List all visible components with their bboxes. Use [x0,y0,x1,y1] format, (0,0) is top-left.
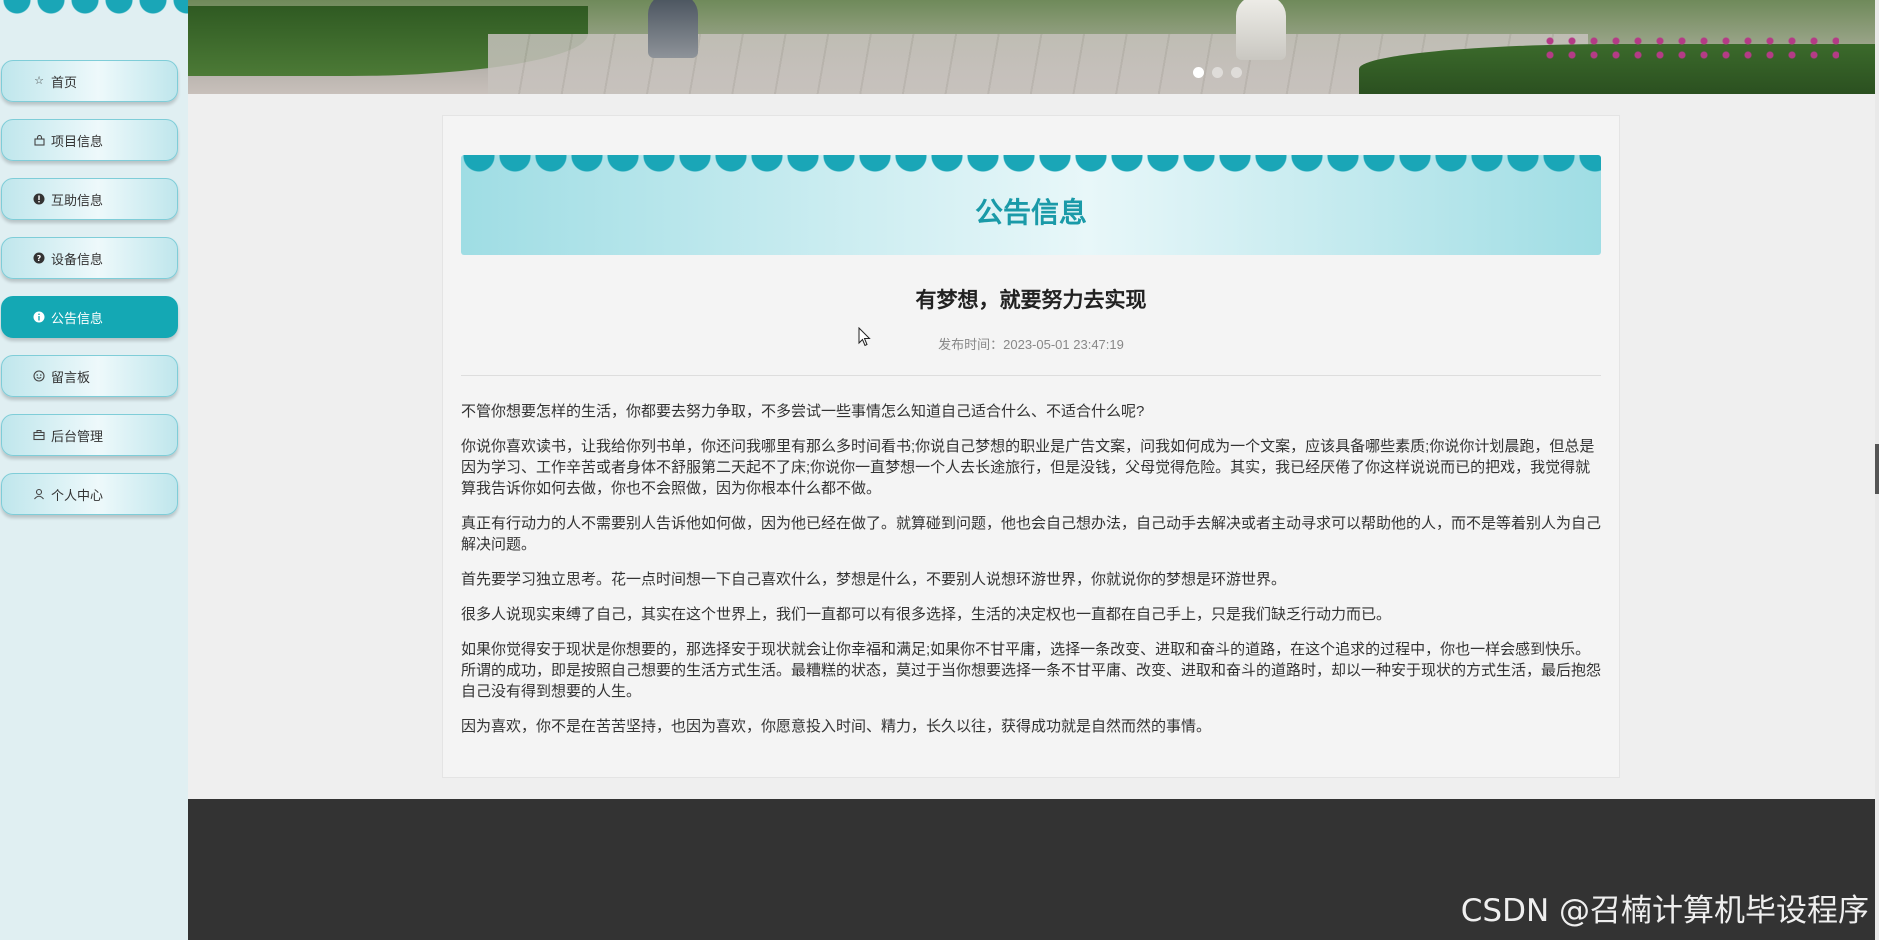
article-body: 不管你想要怎样的生活，你都要去努力争取，不多尝试一些事情怎么知道自己适合什么、不… [461,401,1601,751]
sidebar-item-message-board[interactable]: 留言板 [1,355,178,397]
bag-icon [32,133,46,147]
sidebar-item-label: 首页 [51,74,78,90]
alert-circle-icon [32,192,46,206]
article-paragraph: 首先要学习独立思考。花一点时间想一下自己喜欢什么，梦想是什么，不要别人说想环游世… [461,571,1287,588]
sidebar: ☆ 首页 项目信息 互助信息 ? 设备信息 公告信息 留言板 后台管理 个人中心 [0,0,188,940]
carousel-dot[interactable] [1212,67,1223,78]
mouse-cursor-icon [858,327,871,347]
info-circle-icon [32,310,46,324]
announcement-card: 公告信息 有梦想，就要努力去实现 发布时间：2023-05-01 23:47:1… [442,115,1620,778]
sidebar-item-home[interactable]: ☆ 首页 [1,60,178,102]
banner-carousel[interactable] [188,0,1879,94]
sidebar-item-label: 个人中心 [51,487,104,503]
sidebar-item-equipment[interactable]: ? 设备信息 [1,237,178,279]
smile-icon [32,369,46,383]
question-circle-icon: ? [32,251,46,265]
article-paragraph: 不管你想要怎样的生活，你都要去努力争取，不多尝试一些事情怎么知道自己适合什么、不… [461,403,1145,420]
carousel-dot[interactable] [1193,67,1204,78]
article-paragraph: 很多人说现实束缚了自己，其实在这个世界上，我们一直都可以有很多选择，生活的决定权… [461,606,1392,623]
banner-person [648,0,698,58]
sidebar-item-projects[interactable]: 项目信息 [1,119,178,161]
sidebar-item-mutual-aid[interactable]: 互助信息 [1,178,178,220]
watermark: CSDN @召楠计算机毕设程序 [1460,893,1869,929]
section-title: 公告信息 [974,197,1087,228]
user-icon [32,487,46,501]
sidebar-item-label: 互助信息 [51,192,104,208]
sidebar-item-label: 公告信息 [51,310,104,326]
article-paragraph: 你说你喜欢读书，让我给你列书单，你还问我哪里有那么多时间看书;你说自己梦想的职业… [461,438,1595,497]
scallop-decoration [0,0,188,14]
sidebar-item-label: 后台管理 [51,428,104,444]
publish-time: 发布时间：2023-05-01 23:47:19 [938,337,1124,352]
divider [461,375,1601,376]
briefcase-icon [32,428,46,442]
article-paragraph: 如果你觉得安于现状是你想要的，那选择安于现状就会让你幸福和满足;如果你不甘平庸，… [461,641,1602,700]
sidebar-item-admin[interactable]: 后台管理 [1,414,178,456]
sidebar-item-label: 设备信息 [51,251,104,267]
svg-text:?: ? [37,254,42,263]
carousel-dot[interactable] [1231,67,1242,78]
star-icon: ☆ [34,74,44,87]
article-title: 有梦想，就要努力去实现 [915,289,1147,312]
sidebar-item-label: 留言板 [51,369,91,385]
sidebar-item-announcements[interactable]: 公告信息 [1,296,178,338]
scrollbar-thumb[interactable] [1875,444,1879,494]
sidebar-item-profile[interactable]: 个人中心 [1,473,178,515]
article-paragraph: 因为喜欢，你不是在苦苦坚持，也因为喜欢，你愿意投入时间、精力，长久以往，获得成功… [461,718,1212,735]
carousel-indicators [1193,67,1242,78]
article-paragraph: 真正有行动力的人不需要别人告诉他如何做，因为他已经在做了。就算碰到问题，他也会自… [461,515,1602,553]
section-title-banner: 公告信息 [461,155,1601,255]
banner-person [1236,0,1286,60]
sidebar-item-label: 项目信息 [51,133,104,149]
